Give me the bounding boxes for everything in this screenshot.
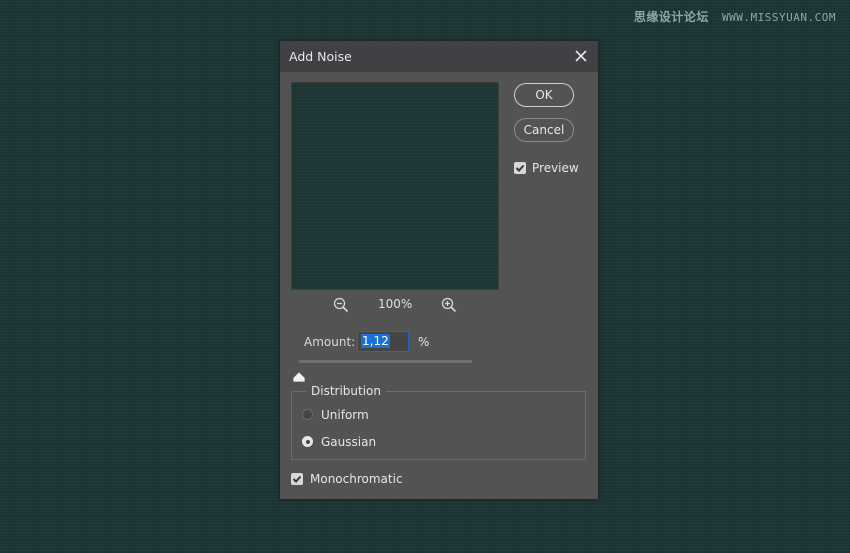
amount-label: Amount: xyxy=(304,335,356,349)
close-button[interactable] xyxy=(572,47,590,65)
dialog-title: Add Noise xyxy=(289,49,352,64)
add-noise-dialog: Add Noise OK Cancel Preview 100% Amount:… xyxy=(280,41,598,499)
slider-thumb-icon xyxy=(293,372,306,382)
amount-slider-thumb[interactable] xyxy=(293,367,306,382)
watermark: 思缘设计论坛 WWW.MISSYUAN.COM xyxy=(634,8,836,25)
preview-checkbox[interactable] xyxy=(514,162,526,174)
gaussian-label[interactable]: Gaussian xyxy=(321,435,376,449)
watermark-cn: 思缘设计论坛 xyxy=(633,10,709,24)
radio-uniform[interactable] xyxy=(302,409,313,420)
distribution-group xyxy=(291,391,586,460)
amount-unit: % xyxy=(418,335,430,349)
amount-value: 1,12 xyxy=(361,334,390,348)
zoom-in-icon xyxy=(441,297,457,313)
zoom-out-button[interactable] xyxy=(333,297,349,313)
preview-label[interactable]: Preview xyxy=(532,161,579,175)
checkmark-icon xyxy=(292,475,302,483)
uniform-label[interactable]: Uniform xyxy=(321,408,369,422)
title-bar[interactable]: Add Noise xyxy=(280,41,598,72)
amount-slider-track[interactable] xyxy=(299,360,472,363)
amount-input[interactable]: 1,12 xyxy=(357,331,409,352)
radio-gaussian[interactable] xyxy=(302,436,313,447)
zoom-level: 100% xyxy=(378,297,413,311)
zoom-out-icon xyxy=(333,297,349,313)
preview-canvas[interactable] xyxy=(291,82,499,290)
distribution-legend: Distribution xyxy=(306,384,387,398)
zoom-in-button[interactable] xyxy=(441,297,457,313)
monochromatic-label[interactable]: Monochromatic xyxy=(310,472,403,486)
close-icon xyxy=(575,50,587,62)
cancel-button[interactable]: Cancel xyxy=(514,118,574,142)
watermark-url: WWW.MISSYUAN.COM xyxy=(722,11,836,24)
checkmark-icon xyxy=(515,164,525,172)
monochromatic-checkbox[interactable] xyxy=(291,473,303,485)
ok-button[interactable]: OK xyxy=(514,83,574,107)
